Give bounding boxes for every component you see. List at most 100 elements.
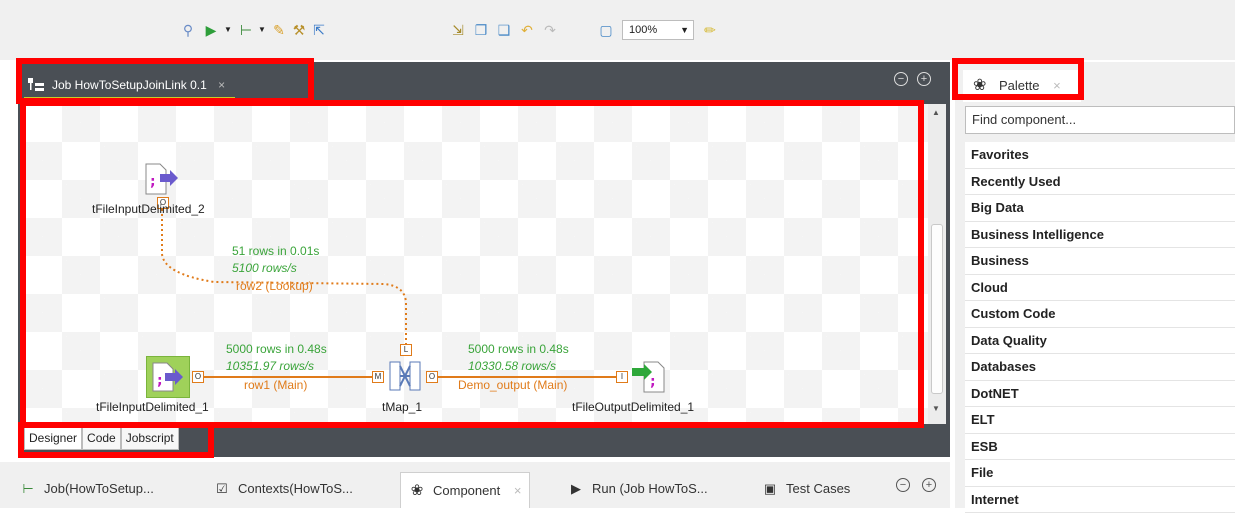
- flow-name[interactable]: Demo_output (Main): [458, 378, 567, 392]
- tab-designer[interactable]: Designer: [24, 426, 82, 450]
- flow-rate: 10351.97 rows/s: [226, 359, 314, 373]
- close-icon[interactable]: ×: [514, 483, 522, 498]
- svg-text:;: ;: [157, 373, 163, 389]
- edit-icon[interactable]: ✎: [271, 22, 287, 38]
- wrench-icon[interactable]: ⚒: [291, 22, 307, 38]
- maximize-icon[interactable]: +: [917, 72, 931, 86]
- palette-category[interactable]: File: [965, 460, 1235, 487]
- flow-stats: 51 rows in 0.01s: [232, 244, 319, 258]
- search-icon[interactable]: ⚲: [180, 22, 196, 38]
- palette-category[interactable]: Databases: [965, 354, 1235, 381]
- dropdown-icon[interactable]: ▼: [220, 22, 236, 38]
- contexts-icon: ☑: [214, 476, 230, 502]
- component-label: tFileInputDelimited_2: [92, 202, 205, 216]
- close-icon[interactable]: ×: [218, 78, 225, 92]
- tab-label: Run (Job HowToS...: [592, 481, 708, 496]
- editor-tab-bar: Job HowToSetupJoinLink 0.1 × − +: [18, 62, 950, 102]
- tfileoutputdelimited-1-component[interactable]: ;: [630, 358, 666, 394]
- main-port[interactable]: M: [372, 371, 384, 383]
- job-icon: [28, 78, 44, 92]
- window-icon: ▣: [762, 476, 778, 502]
- chevron-down-icon: ▼: [680, 21, 689, 39]
- zoom-value: 100%: [629, 24, 657, 36]
- palette-category-list: Favorites Recently Used Big Data Busines…: [965, 142, 1235, 513]
- dropdown-icon[interactable]: ▼: [254, 22, 270, 38]
- tab-label: Contexts(HowToS...: [238, 481, 353, 496]
- palette-title: Palette: [999, 78, 1039, 93]
- run-icon[interactable]: ▶: [203, 22, 219, 38]
- job-icon[interactable]: ⊢: [238, 22, 254, 38]
- file-output-icon: ;: [630, 358, 666, 394]
- tab-jobscript[interactable]: Jobscript: [121, 426, 179, 450]
- paste-icon[interactable]: ❑: [496, 22, 512, 38]
- redo-icon[interactable]: ↷: [542, 22, 558, 38]
- bottom-panel-tabs: ⊢ Job(HowToSetup... ☑ Contexts(HowToS... ❀…: [0, 462, 950, 508]
- component-label: tFileInputDelimited_1: [96, 400, 209, 414]
- output-port[interactable]: O: [426, 371, 438, 383]
- palette-category[interactable]: Data Quality: [965, 328, 1235, 355]
- flow-name[interactable]: row1 (Main): [244, 378, 307, 392]
- flow-rate: 10330.58 rows/s: [468, 359, 556, 373]
- flow-name[interactable]: row2 (Lookup): [236, 279, 313, 293]
- palette-category[interactable]: Business Intelligence: [965, 222, 1235, 249]
- palette-category[interactable]: Big Data: [965, 195, 1235, 222]
- palette-category[interactable]: Recently Used: [965, 169, 1235, 196]
- component-search-input[interactable]: Find component...: [965, 106, 1235, 134]
- flow-stats: 5000 rows in 0.48s: [226, 342, 327, 356]
- maximize-icon[interactable]: +: [922, 478, 936, 492]
- palette-category[interactable]: Business: [965, 248, 1235, 275]
- scroll-down-icon[interactable]: ▼: [932, 404, 940, 413]
- canvas-scrollbar[interactable]: ▲ ▼: [928, 104, 946, 424]
- palette-category[interactable]: Favorites: [965, 142, 1235, 169]
- brush-icon[interactable]: ✏: [702, 22, 718, 38]
- zoom-select[interactable]: 100% ▼: [622, 20, 694, 40]
- tab-job-editor[interactable]: Job HowToSetupJoinLink 0.1 ×: [24, 72, 235, 100]
- palette-category[interactable]: Cloud: [965, 275, 1235, 302]
- export-icon[interactable]: ⇱: [311, 22, 327, 38]
- tab-run[interactable]: ▶ Run (Job HowToS...: [568, 476, 708, 502]
- undo-icon[interactable]: ↶: [519, 22, 535, 38]
- minimize-icon[interactable]: −: [896, 478, 910, 492]
- tab-contexts[interactable]: ☑ Contexts(HowToS...: [214, 476, 353, 502]
- job-icon: ⊢: [20, 476, 36, 502]
- tab-title: Job HowToSetupJoinLink 0.1: [52, 78, 207, 92]
- tab-label: Job(HowToSetup...: [44, 481, 154, 496]
- palette-category[interactable]: Custom Code: [965, 301, 1235, 328]
- file-input-icon: ;: [144, 162, 180, 196]
- job-editor: Job HowToSetupJoinLink 0.1 × − + ; O tFi…: [18, 62, 950, 457]
- input-port[interactable]: I: [616, 371, 628, 383]
- output-port[interactable]: O: [192, 371, 204, 383]
- tmap-icon: [386, 356, 424, 396]
- copy-icon[interactable]: ❐: [473, 22, 489, 38]
- palette-category[interactable]: ELT: [965, 407, 1235, 434]
- run-icon: ▶: [568, 476, 584, 502]
- tab-test-cases[interactable]: ▣ Test Cases: [762, 476, 850, 502]
- tmap-component[interactable]: [386, 356, 424, 396]
- tfileinputdelimited-1-component[interactable]: ;: [146, 356, 190, 398]
- palette-panel: ❀ Palette × Find component... Favorites …: [955, 62, 1235, 508]
- page-icon[interactable]: ▢: [598, 22, 614, 38]
- tab-palette[interactable]: ❀ Palette ×: [963, 70, 1081, 102]
- palette-icon: ❀: [973, 70, 986, 102]
- tab-component[interactable]: ❀Component ×: [400, 472, 530, 508]
- import-icon[interactable]: ⇲: [450, 22, 466, 38]
- designer-canvas[interactable]: ; O tFileInputDelimited_2 51 rows in 0.0…: [24, 104, 928, 424]
- tab-code[interactable]: Code: [82, 426, 121, 450]
- editor-view-tabs: Designer Code Jobscript: [24, 426, 179, 450]
- scroll-up-icon[interactable]: ▲: [932, 108, 940, 117]
- minimize-icon[interactable]: −: [894, 72, 908, 86]
- svg-text:;: ;: [150, 174, 156, 190]
- svg-text:;: ;: [650, 374, 656, 390]
- tfileinputdelimited-2-component[interactable]: ;: [144, 162, 180, 196]
- palette-category[interactable]: Internet: [965, 487, 1235, 513]
- palette-category[interactable]: ESB: [965, 434, 1235, 461]
- tab-job[interactable]: ⊢ Job(HowToSetup...: [20, 476, 154, 502]
- close-icon[interactable]: ×: [1053, 78, 1061, 93]
- lookup-port[interactable]: L: [400, 344, 412, 356]
- tab-label: Test Cases: [786, 481, 850, 496]
- component-label: tMap_1: [382, 400, 422, 414]
- flow-rate: 5100 rows/s: [232, 261, 297, 275]
- palette-category[interactable]: DotNET: [965, 381, 1235, 408]
- scroll-thumb[interactable]: [931, 224, 943, 394]
- file-input-icon: ;: [147, 357, 187, 395]
